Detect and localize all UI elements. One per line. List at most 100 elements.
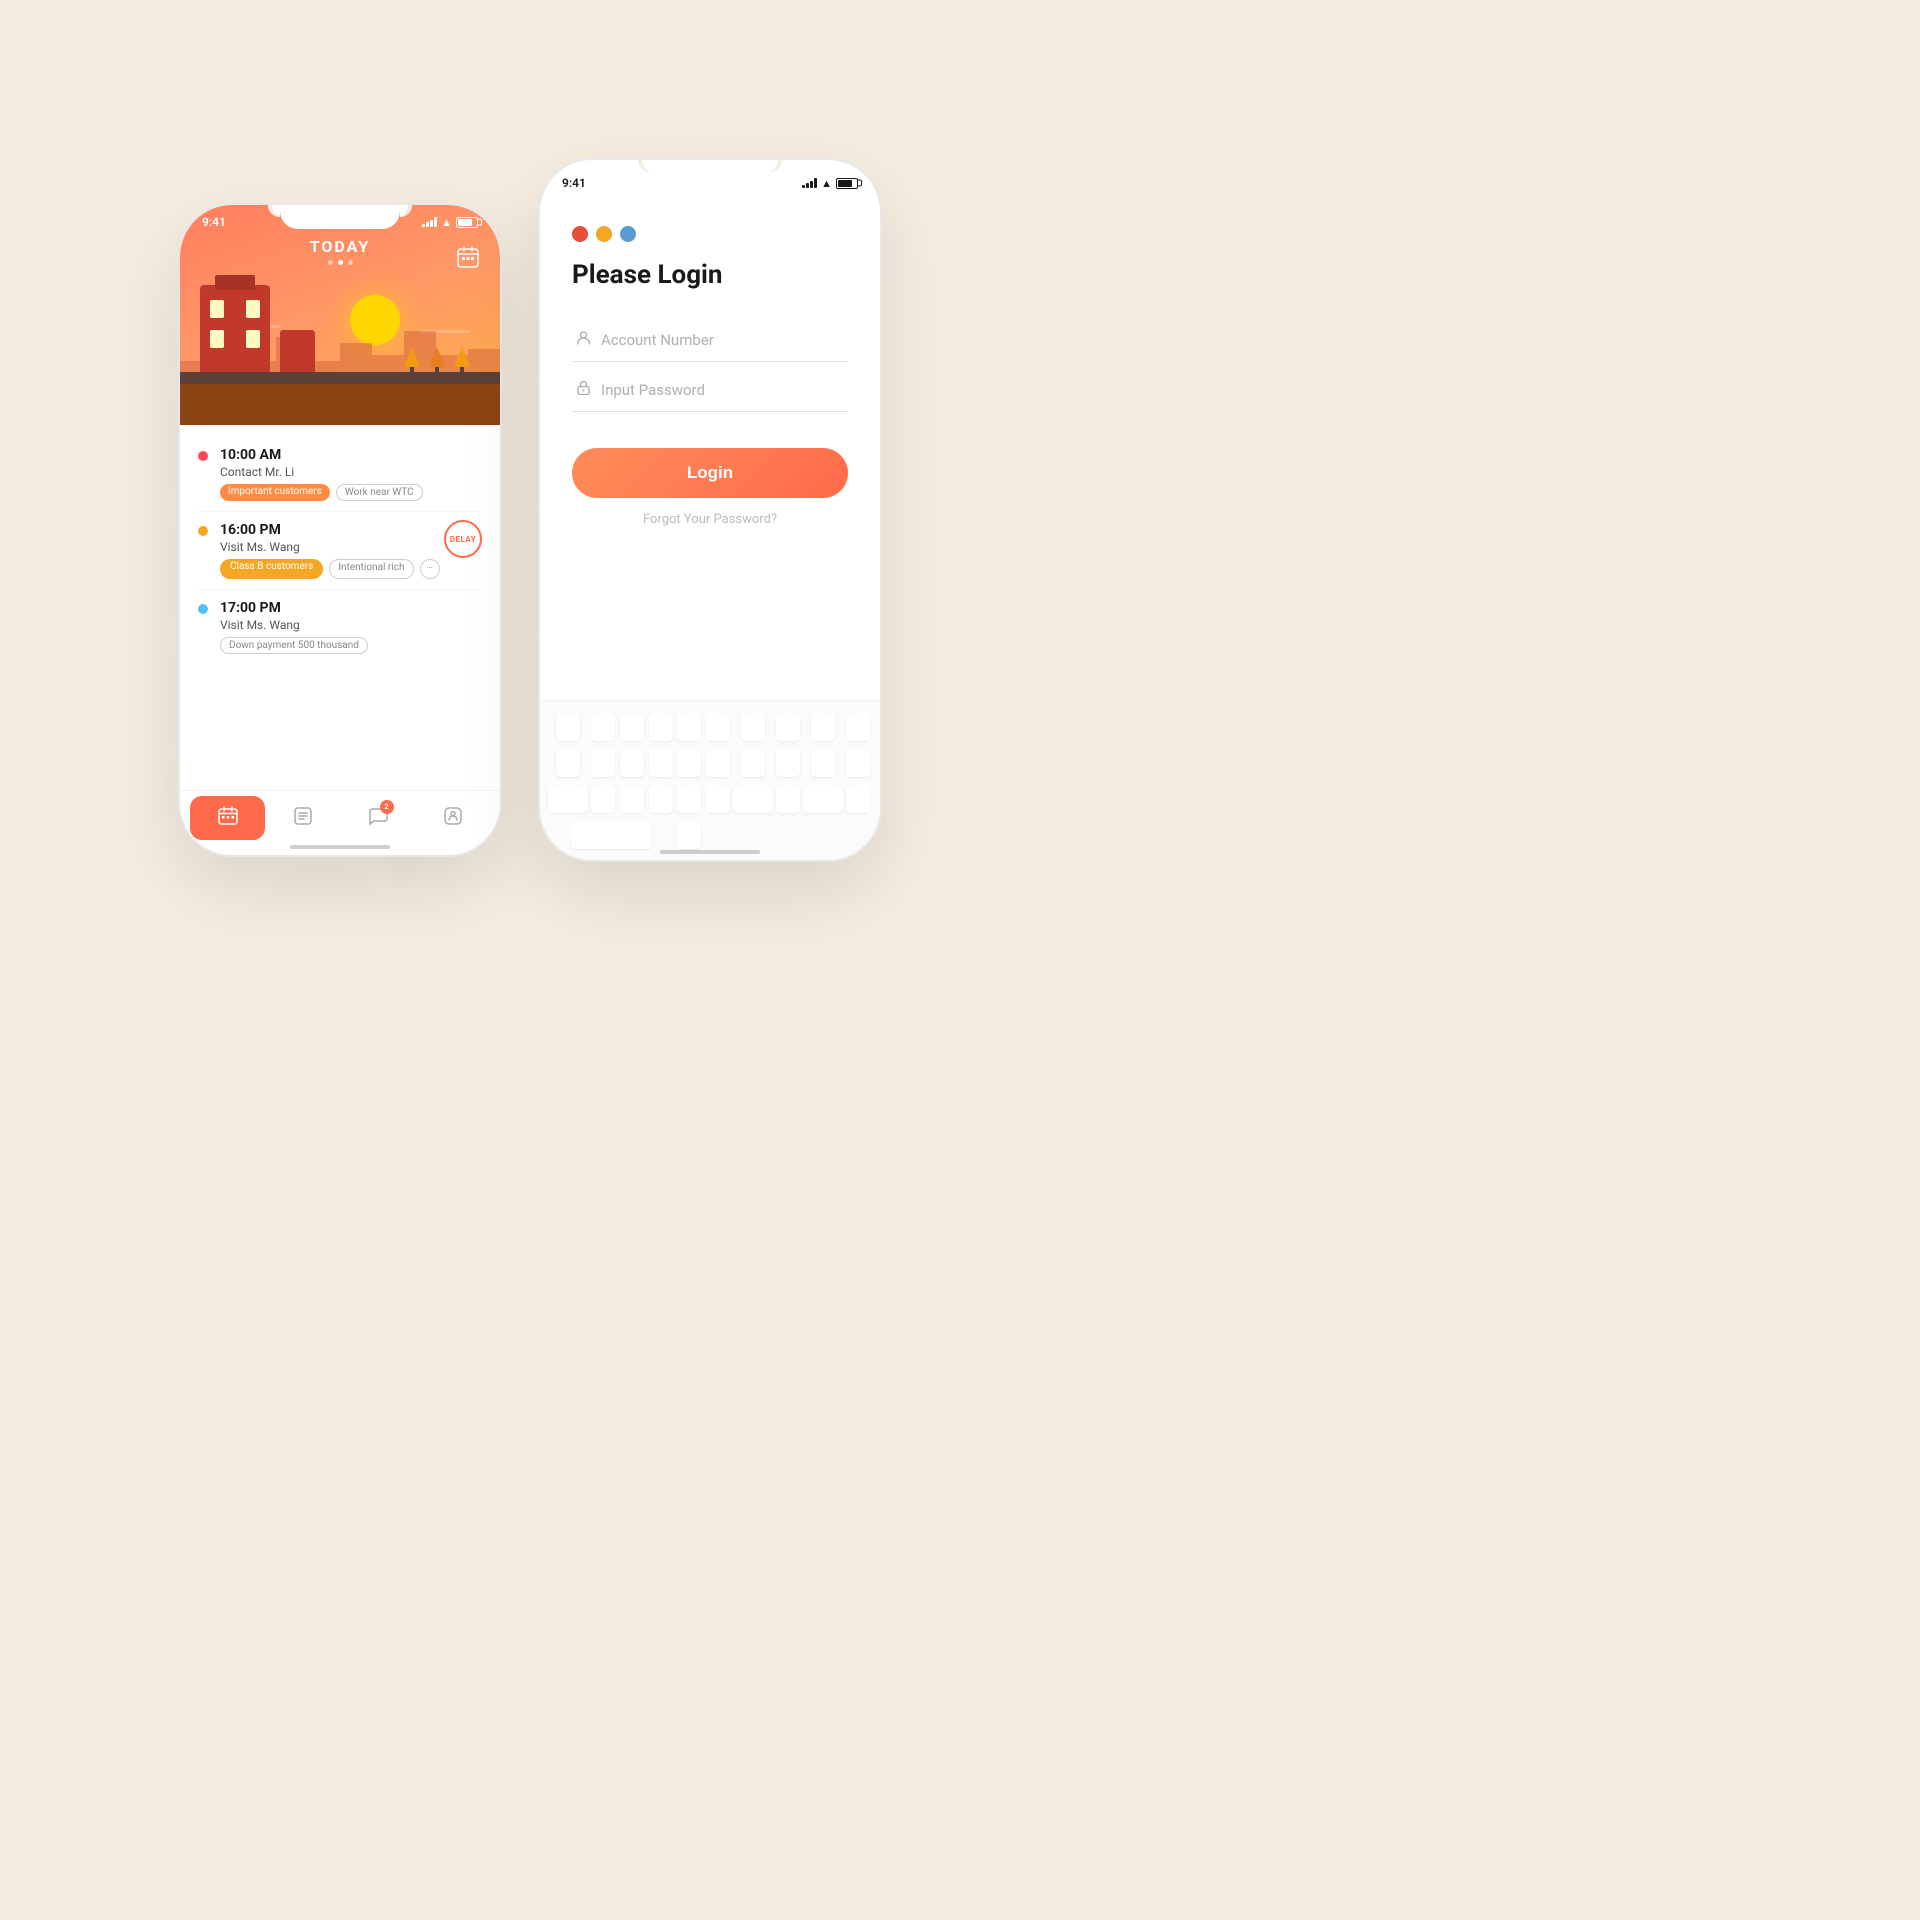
item-title-1: Contact Mr. Li (220, 465, 482, 479)
nav-item-profile[interactable] (415, 796, 490, 840)
key-h (706, 749, 730, 777)
key-n (706, 785, 730, 813)
tree-top-1 (404, 347, 420, 367)
tag-down-payment[interactable]: Down payment 500 thousand (220, 637, 368, 654)
key-x (591, 785, 615, 813)
wifi-icon-right: ▲ (821, 177, 832, 190)
password-field[interactable]: Input Password (572, 368, 848, 412)
battery-icon (456, 217, 478, 228)
signal-bar-1 (422, 224, 425, 227)
account-number-field[interactable]: Account Number (572, 318, 848, 362)
signal-bar-r1 (802, 185, 805, 188)
signal-icon (422, 217, 437, 227)
tree-top-3 (454, 347, 470, 367)
window-2 (246, 300, 260, 318)
signal-bar-2 (426, 222, 429, 227)
phone-right: 9:41 ▲ (540, 160, 880, 860)
key-j (741, 749, 765, 777)
nav-item-list[interactable] (265, 796, 340, 840)
key-space (571, 821, 651, 849)
key-shift (846, 749, 870, 777)
item-tags-3: Down payment 500 thousand (220, 637, 482, 654)
key-q (556, 713, 580, 741)
tag-important-customers[interactable]: Important customers (220, 484, 330, 501)
status-icons-left: ▲ (422, 216, 478, 229)
key-a (556, 749, 580, 777)
key-o (811, 713, 835, 741)
signal-bar-r3 (810, 181, 813, 188)
item-time-2: 16:00 PM (220, 522, 482, 538)
schedule-item-1[interactable]: 10:00 AM Contact Mr. Li Important custom… (198, 437, 482, 512)
item-title-2: Visit Ms. Wang (220, 540, 482, 554)
key-f (649, 749, 673, 777)
yellow-dot (596, 226, 612, 242)
key-e (620, 713, 644, 741)
window-3 (210, 330, 224, 348)
ground-illustration (180, 380, 500, 425)
dot-2[interactable] (338, 260, 343, 265)
today-label: TODAY (180, 237, 500, 256)
cityscape-illustration (180, 265, 500, 425)
tag-intentional-rich[interactable]: Intentional rich (329, 559, 413, 579)
keyboard-area (540, 700, 880, 860)
item-dot-2 (198, 526, 208, 536)
carousel-dots (180, 260, 500, 265)
profile-nav-icon (443, 806, 463, 831)
dot-1[interactable] (328, 260, 333, 265)
signal-bar-r4 (814, 178, 817, 188)
status-time-right: 9:41 (562, 176, 586, 190)
delay-badge: DELAY (444, 520, 482, 558)
forgot-password-link[interactable]: Forgot Your Password? (572, 512, 848, 527)
key-t (677, 713, 701, 741)
messages-badge: 2 (380, 800, 394, 814)
key-return (677, 821, 701, 849)
login-button[interactable]: Login (572, 448, 848, 498)
key-s (591, 749, 615, 777)
login-form: Please Login Account Number (540, 196, 880, 700)
notch-right (650, 160, 770, 184)
battery-icon-right (836, 178, 858, 189)
home-indicator-right (660, 850, 760, 854)
key-m (733, 785, 773, 813)
calendar-icon[interactable] (454, 243, 482, 271)
key-z (548, 785, 588, 813)
key-v (649, 785, 673, 813)
item-content-1: 10:00 AM Contact Mr. Li Important custom… (220, 447, 482, 501)
nav-item-calendar[interactable] (190, 796, 265, 840)
login-title: Please Login (572, 260, 848, 290)
key-p (846, 713, 870, 741)
window-4 (246, 330, 260, 348)
signal-bar-r2 (806, 183, 809, 188)
nav-item-messages[interactable]: 2 (340, 796, 415, 840)
schedule-list: 10:00 AM Contact Mr. Li Important custom… (180, 425, 500, 790)
list-nav-icon (293, 806, 313, 831)
schedule-item-2[interactable]: 16:00 PM Visit Ms. Wang Class B customer… (198, 512, 482, 590)
item-content-2: 16:00 PM Visit Ms. Wang Class B customer… (220, 522, 482, 579)
item-dot-3 (198, 604, 208, 614)
dot-3[interactable] (348, 260, 353, 265)
tag-work-near-wtc[interactable]: Work near WTC (336, 484, 423, 501)
wifi-icon: ▲ (441, 216, 452, 229)
calendar-nav-icon (218, 806, 238, 831)
key-k (776, 749, 800, 777)
blue-dot (620, 226, 636, 242)
signal-bar-4 (434, 217, 437, 227)
item-time-1: 10:00 AM (220, 447, 482, 463)
schedule-item-3[interactable]: 17:00 PM Visit Ms. Wang Down payment 500… (198, 590, 482, 664)
item-tags-1: Important customers Work near WTC (220, 484, 482, 501)
item-time-3: 17:00 PM (220, 600, 482, 616)
tag-more-options[interactable]: ··· (420, 559, 440, 579)
item-content-3: 17:00 PM Visit Ms. Wang Down payment 500… (220, 600, 482, 654)
brand-dots (572, 226, 848, 242)
password-placeholder[interactable]: Input Password (601, 381, 844, 399)
phone-left: 9:41 ▲ TODAY (180, 205, 500, 855)
window-1 (210, 300, 224, 318)
hero-area: 9:41 ▲ TODAY (180, 205, 500, 425)
item-title-3: Visit Ms. Wang (220, 618, 482, 632)
account-number-placeholder[interactable]: Account Number (601, 331, 844, 349)
key-emoji (846, 785, 870, 813)
item-tags-2: Class B customers Intentional rich ··· (220, 559, 482, 579)
signal-icon-right (802, 178, 817, 188)
tag-class-b-customers[interactable]: Class B customers (220, 559, 323, 579)
key-y (706, 713, 730, 741)
